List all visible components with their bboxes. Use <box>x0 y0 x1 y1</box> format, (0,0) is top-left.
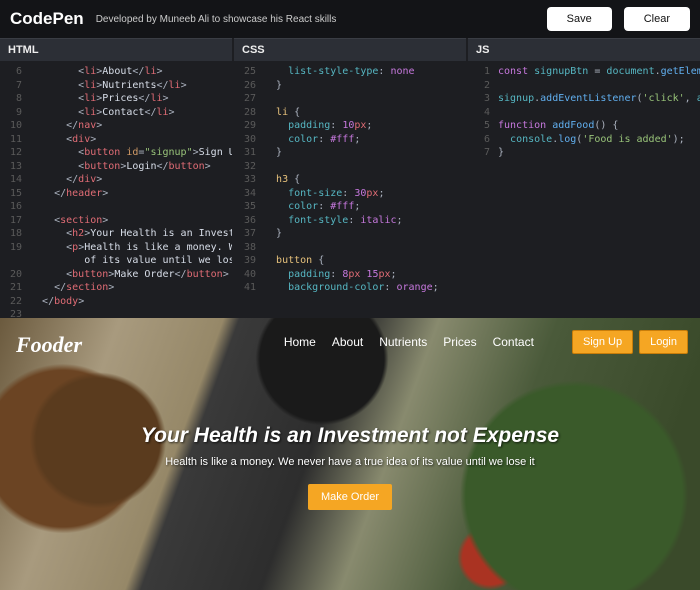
html-editor[interactable]: 6 <li>About</li>7 <li>Nutrients</li>8 <l… <box>0 61 232 318</box>
preview-hero: Your Health is an Investment not Expense… <box>0 424 700 510</box>
preview-navbar: Fooder Home About Nutrients Prices Conta… <box>0 318 700 366</box>
js-editor[interactable]: 1const signupBtn = document.getElementBy… <box>468 61 700 318</box>
js-pane-header[interactable]: JS <box>468 38 700 61</box>
html-pane-header[interactable]: HTML <box>0 38 232 61</box>
html-pane: HTML 6 <li>About</li>7 <li>Nutrients</li… <box>0 38 232 318</box>
nav-prices[interactable]: Prices <box>443 335 476 349</box>
login-button[interactable]: Login <box>639 330 688 354</box>
make-order-button[interactable]: Make Order <box>308 484 392 510</box>
nav-nutrients[interactable]: Nutrients <box>379 335 427 349</box>
preview-pane: Fooder Home About Nutrients Prices Conta… <box>0 318 700 590</box>
css-pane-header[interactable]: CSS <box>234 38 466 61</box>
app-topbar: CodePen Developed by Muneeb Ali to showc… <box>0 0 700 38</box>
editor-panes: HTML 6 <li>About</li>7 <li>Nutrients</li… <box>0 38 700 318</box>
css-editor[interactable]: 25 list-style-type: none26 }2728 li {29 … <box>234 61 466 318</box>
app-description: Developed by Muneeb Ali to showcase his … <box>96 14 337 25</box>
clear-button[interactable]: Clear <box>624 7 690 31</box>
nav-about[interactable]: About <box>332 335 363 349</box>
app-brand: CodePen <box>10 9 84 29</box>
nav-contact[interactable]: Contact <box>493 335 534 349</box>
hero-tagline: Health is like a money. We never have a … <box>20 456 680 468</box>
js-pane: JS 1const signupBtn = document.getElemen… <box>468 38 700 318</box>
signup-button[interactable]: Sign Up <box>572 330 633 354</box>
preview-navlinks: Home About Nutrients Prices Contact <box>284 335 534 349</box>
preview-auth-buttons: Sign Up Login <box>572 330 688 354</box>
nav-home[interactable]: Home <box>284 335 316 349</box>
save-button[interactable]: Save <box>547 7 612 31</box>
hero-headline: Your Health is an Investment not Expense <box>20 424 680 448</box>
css-pane: CSS 25 list-style-type: none26 }2728 li … <box>234 38 466 318</box>
preview-logo: Fooder <box>16 332 82 358</box>
